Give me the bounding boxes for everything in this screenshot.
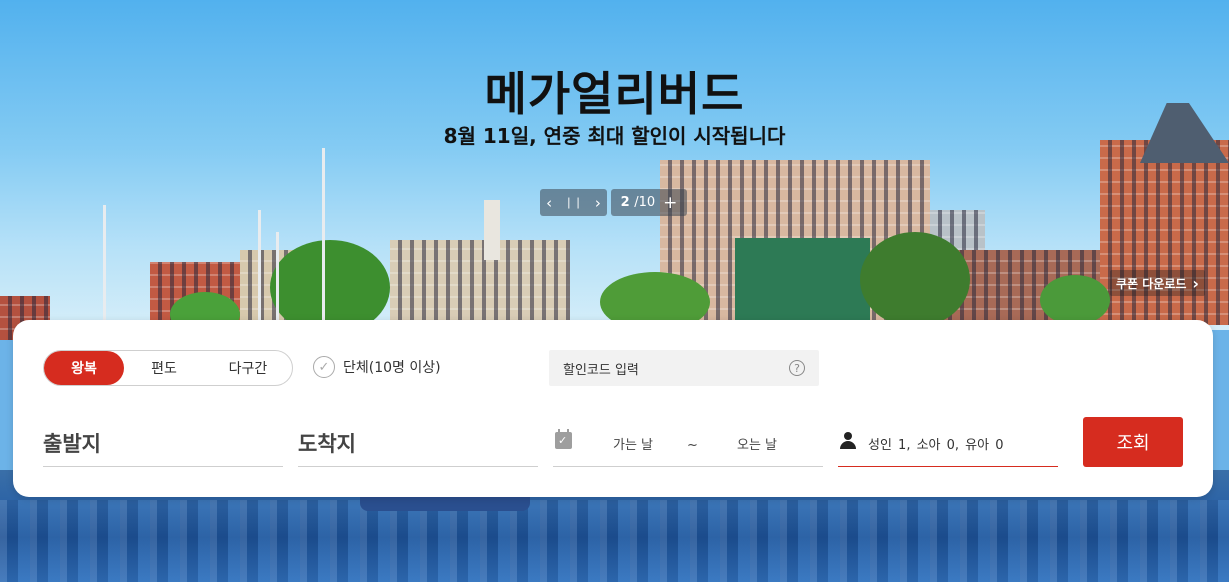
passenger-summary: 성인 1, 소아 0, 유아 0 <box>868 438 1004 453</box>
trip-type-tabs: 왕복 편도 다구간 <box>43 350 293 386</box>
slide-total: /10 <box>634 195 656 210</box>
person-icon <box>840 432 856 450</box>
building-green-scaffold <box>735 238 870 322</box>
flight-search-panel: 왕복 편도 다구간 ✓ 단체(10명 이상) 할인코드 입력 ? 출발지 도착지… <box>13 320 1213 497</box>
building-stone <box>390 240 570 320</box>
coupon-download-button[interactable]: 쿠폰 다운로드 › <box>1110 270 1206 296</box>
coupon-label: 쿠폰 다운로드 <box>1116 276 1187 291</box>
return-date[interactable]: 오는 날 <box>737 434 777 453</box>
pause-icon[interactable]: ❘❘ <box>564 196 582 209</box>
slide-counter: 2 /10 + <box>611 189 687 216</box>
tab-round-trip[interactable]: 왕복 <box>44 351 124 385</box>
plus-icon[interactable]: + <box>663 193 677 213</box>
sailboat-mast <box>276 232 279 327</box>
help-icon[interactable]: ? <box>789 360 805 376</box>
promo-subtitle: 8월 11일, 연중 최대 할인이 시작됩니다 <box>443 124 786 148</box>
water-reflection <box>0 500 1229 582</box>
group-booking-label: 단체(10명 이상) <box>343 360 441 376</box>
slider-nav: ‹ ❘❘ › <box>540 189 607 216</box>
destination-label: 도착지 <box>298 432 356 456</box>
building-tower <box>484 200 500 260</box>
origin-field[interactable]: 출발지 <box>43 420 283 467</box>
depart-date[interactable]: 가는 날 <box>613 434 653 453</box>
slide-current: 2 <box>620 195 630 210</box>
chevron-left-icon[interactable]: ‹ <box>546 194 552 212</box>
promo-title: 메가얼리버드 <box>484 67 745 121</box>
tab-multi-city[interactable]: 다구간 <box>204 351 292 385</box>
sailboat-mast <box>322 148 325 323</box>
promo-code-input[interactable]: 할인코드 입력 ? <box>549 350 819 386</box>
tree-4 <box>860 232 970 327</box>
tree-5 <box>1040 275 1110 325</box>
passenger-field[interactable]: 성인 1, 소아 0, 유아 0 <box>838 420 1058 467</box>
tab-one-way[interactable]: 편도 <box>124 351 204 385</box>
slider-controls: ‹ ❘❘ › 2 /10 + <box>540 189 687 216</box>
sailboat-mast <box>103 205 106 325</box>
check-circle-icon[interactable]: ✓ <box>313 356 335 378</box>
building-castle <box>1100 140 1229 325</box>
chevron-right-icon: › <box>1192 273 1200 293</box>
group-booking-option[interactable]: ✓ 단체(10명 이상) <box>313 356 441 378</box>
chevron-right-icon[interactable]: › <box>595 194 601 212</box>
destination-field[interactable]: 도착지 <box>298 420 538 467</box>
search-button[interactable]: 조회 <box>1083 417 1183 467</box>
calendar-icon <box>555 429 572 449</box>
origin-label: 출발지 <box>43 432 101 456</box>
promo-code-label: 할인코드 입력 <box>563 362 639 378</box>
sailboat-mast <box>258 210 261 325</box>
date-separator: ~ <box>687 438 698 453</box>
date-field[interactable]: 가는 날 ~ 오는 날 <box>553 420 823 467</box>
boat-hull <box>360 497 530 511</box>
